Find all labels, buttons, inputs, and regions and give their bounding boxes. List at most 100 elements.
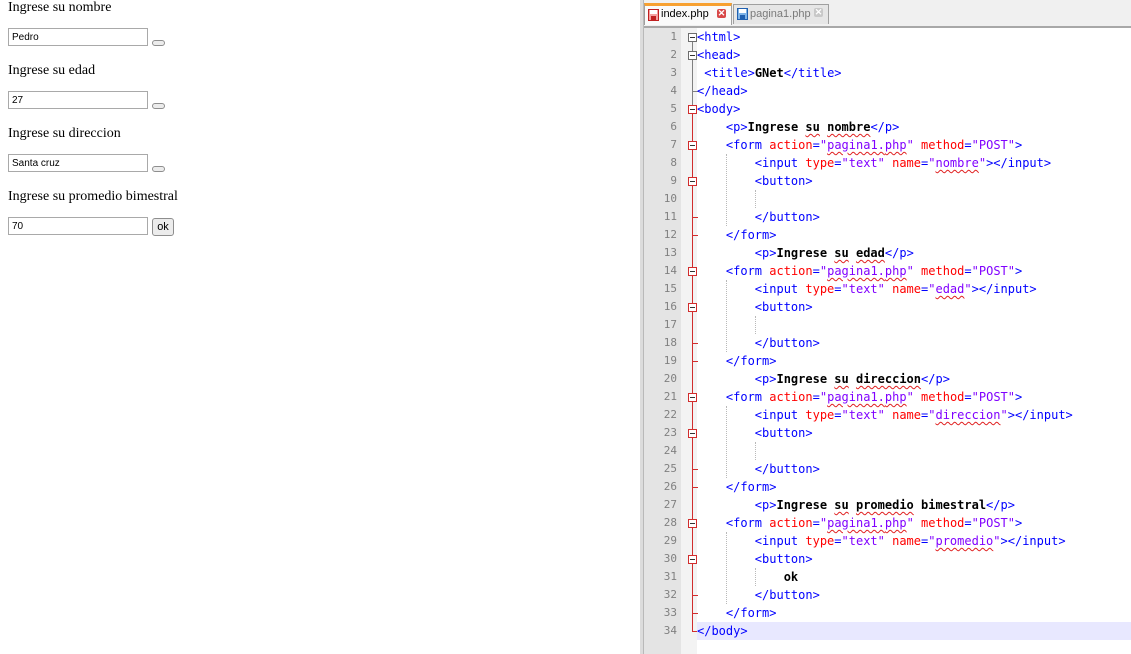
code-line: <p>Ingrese su nombre</p> bbox=[697, 118, 1131, 136]
code-line: </form> bbox=[697, 478, 1131, 496]
edad-input[interactable]: 27 bbox=[8, 91, 148, 109]
code-token: = bbox=[834, 156, 842, 170]
fold-toggle-icon[interactable] bbox=[688, 33, 697, 42]
code-line: <button> bbox=[697, 550, 1131, 568]
line-number: 30 bbox=[663, 552, 677, 565]
code-token: "pagina1.php" bbox=[819, 264, 914, 278]
direccion-submit-button[interactable] bbox=[152, 166, 165, 172]
code-area[interactable]: <html> <head> <title>GNet</title> </head> <… bbox=[697, 28, 1131, 654]
unsaved-file-icon bbox=[648, 9, 659, 21]
indent-guide bbox=[755, 568, 756, 586]
close-icon[interactable]: ✕ bbox=[717, 9, 726, 18]
code-token: <input bbox=[754, 156, 806, 170]
tab-label: pagina1.php bbox=[750, 8, 811, 20]
line-number: 1 bbox=[670, 30, 677, 43]
code-token: <p> bbox=[754, 246, 777, 260]
fold-toggle-icon[interactable] bbox=[688, 141, 697, 150]
line-number: 23 bbox=[663, 426, 677, 439]
tab-pagina1-php[interactable]: pagina1.php ✕ bbox=[733, 4, 829, 24]
line-number: 31 bbox=[663, 570, 677, 583]
code-token: method bbox=[921, 390, 965, 404]
code-line: <button> bbox=[697, 172, 1131, 190]
line-number: 18 bbox=[663, 336, 677, 349]
fold-toggle-icon[interactable] bbox=[688, 105, 697, 114]
edad-submit-button[interactable] bbox=[152, 103, 165, 109]
code-line: <form action="pagina1.php" method="POST"… bbox=[697, 388, 1131, 406]
close-icon[interactable]: ✕ bbox=[814, 8, 823, 17]
code-line: <input type="text" name="direccion"></in… bbox=[697, 406, 1131, 424]
code-token: <title> bbox=[704, 66, 755, 80]
line-number: 27 bbox=[663, 498, 677, 511]
code-token: name bbox=[892, 408, 922, 422]
code-token: </p> bbox=[870, 120, 900, 134]
code-line: </form> bbox=[697, 352, 1131, 370]
label-edad: Ingrese su edad bbox=[8, 63, 96, 78]
code-token: </form> bbox=[725, 354, 777, 368]
code-token: "text" bbox=[841, 156, 885, 170]
code-token: </head> bbox=[697, 84, 748, 98]
fold-toggle-icon[interactable] bbox=[688, 51, 697, 60]
code-token: action bbox=[769, 264, 813, 278]
code-token: ></input> bbox=[971, 282, 1037, 296]
code-token: <button> bbox=[754, 426, 813, 440]
line-number: 29 bbox=[663, 534, 677, 547]
fold-toggle-icon[interactable] bbox=[688, 519, 697, 528]
code-token: ></input> bbox=[1007, 408, 1073, 422]
fold-toggle-icon[interactable] bbox=[688, 267, 697, 276]
indent-guide bbox=[726, 406, 727, 478]
code-line: <input type="text" name="edad"></input> bbox=[697, 280, 1131, 298]
code-token: method bbox=[921, 264, 965, 278]
code-token: > bbox=[1015, 264, 1023, 278]
code-token: "text" bbox=[841, 534, 885, 548]
direccion-input[interactable]: Santa cruz bbox=[8, 154, 148, 172]
line-number: 7 bbox=[670, 138, 677, 151]
label-promedio: Ingrese su promedio bimestral bbox=[8, 189, 178, 204]
code-token: <form bbox=[725, 390, 770, 404]
line-number: 2 bbox=[670, 48, 677, 61]
code-token: <input bbox=[754, 282, 806, 296]
code-line: </button> bbox=[697, 460, 1131, 478]
code-token: <form bbox=[725, 516, 770, 530]
ok-button[interactable]: ok bbox=[152, 218, 174, 236]
code-line: <title>GNet</title> bbox=[697, 64, 1131, 82]
fold-toggle-icon[interactable] bbox=[688, 429, 697, 438]
nombre-submit-button[interactable] bbox=[152, 40, 165, 46]
fold-toggle-icon[interactable] bbox=[688, 177, 697, 186]
fold-line bbox=[692, 59, 693, 91]
label-direccion: Ingrese su direccion bbox=[8, 126, 121, 141]
code-token: action bbox=[769, 138, 813, 152]
tab-index-php[interactable]: index.php ✕ bbox=[644, 3, 732, 25]
fold-toggle-icon[interactable] bbox=[688, 303, 697, 312]
code-token: <html> bbox=[697, 30, 741, 44]
code-token: "promedio" bbox=[928, 534, 1001, 548]
code-line: </body> bbox=[697, 622, 1131, 640]
code-token: "text" bbox=[841, 408, 885, 422]
line-number: 26 bbox=[663, 480, 677, 493]
label-nombre: Ingrese su nombre bbox=[8, 0, 112, 15]
code-token: = bbox=[812, 390, 820, 404]
line-number: 14 bbox=[663, 264, 677, 277]
code-line: </head> bbox=[697, 82, 1131, 100]
code-token: action bbox=[769, 516, 813, 530]
line-number: 4 bbox=[670, 84, 677, 97]
fold-toggle-icon[interactable] bbox=[688, 393, 697, 402]
code-token: "POST" bbox=[971, 138, 1015, 152]
fold-toggle-icon[interactable] bbox=[688, 555, 697, 564]
code-token: <p> bbox=[754, 372, 777, 386]
nombre-input[interactable]: Pedro bbox=[8, 28, 148, 46]
line-number: 21 bbox=[663, 390, 677, 403]
code-token: GNet bbox=[754, 66, 784, 80]
code-line: <body> bbox=[697, 100, 1131, 118]
line-number: 6 bbox=[670, 120, 677, 133]
promedio-input[interactable]: 70 bbox=[8, 217, 148, 235]
code-token: </body> bbox=[697, 624, 748, 638]
